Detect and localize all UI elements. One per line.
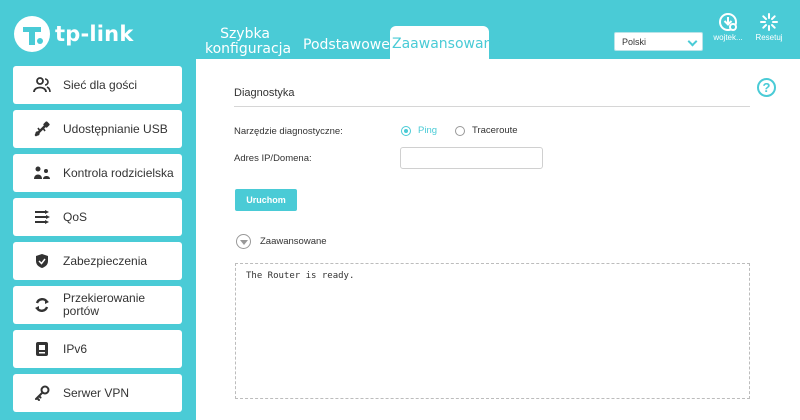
qos-icon bbox=[33, 208, 51, 226]
language-select-value: Polski bbox=[622, 37, 647, 47]
language-select[interactable]: Polski bbox=[614, 32, 703, 51]
diagnostic-tool-label: Narzędzie diagnostyczne: bbox=[234, 126, 343, 137]
expand-chevron-icon bbox=[236, 234, 251, 249]
sidebar-item-security[interactable]: Zabezpieczenia bbox=[13, 242, 182, 280]
sidebar-item-label: Kontrola rodzicielska bbox=[63, 165, 174, 180]
sidebar-item-label: Zabezpieczenia bbox=[63, 253, 148, 268]
tab-quick-setup-line2: konfiguracja bbox=[205, 41, 292, 57]
usb-icon bbox=[33, 120, 51, 138]
ip-domain-label: Adres IP/Domena: bbox=[234, 153, 312, 164]
tp-link-logo: tp-link bbox=[12, 14, 134, 54]
forwarding-icon bbox=[33, 296, 51, 314]
sidebar-item-label-multiline: Przekierowanie portów bbox=[63, 292, 145, 318]
reset-label: Resetuj bbox=[755, 33, 783, 42]
radio-checked-icon bbox=[401, 125, 411, 136]
sidebar-item-label: IPv6 bbox=[63, 341, 88, 356]
traceroute-radio-label: Traceroute bbox=[472, 125, 518, 136]
section-divider bbox=[234, 106, 750, 107]
advanced-toggle[interactable]: Zaawansowane bbox=[236, 234, 327, 249]
sidebar-item-guest-network[interactable]: Sieć dla gości bbox=[13, 66, 182, 104]
sidebar-item-vpn-server[interactable]: Serwer VPN bbox=[13, 374, 182, 412]
tp-link-logo-icon bbox=[14, 16, 50, 52]
family-icon bbox=[33, 164, 51, 182]
tab-quick-setup-line1: Szybka bbox=[220, 26, 270, 42]
user-label: wojtek... bbox=[713, 33, 743, 42]
tab-quick-setup[interactable]: Szybka konfiguracja bbox=[205, 26, 292, 57]
advanced-toggle-label: Zaawansowane bbox=[260, 236, 327, 247]
run-button[interactable]: Uruchom bbox=[235, 189, 297, 211]
user-button[interactable]: wojtek... bbox=[707, 12, 749, 42]
vpn-key-icon bbox=[33, 384, 51, 402]
reset-spinner-icon bbox=[760, 13, 778, 31]
diagnostic-output: The Router is ready. bbox=[235, 263, 750, 399]
shield-icon bbox=[33, 252, 51, 270]
diagnostic-output-text: The Router is ready. bbox=[246, 271, 355, 281]
sidebar-item-label: Udostępnianie USB bbox=[63, 121, 168, 136]
sidebar-item-usb-sharing[interactable]: Udostępnianie USB bbox=[13, 110, 182, 148]
traceroute-radio[interactable]: Traceroute bbox=[455, 125, 518, 136]
sidebar-item-label: Sieć dla gości bbox=[63, 77, 138, 92]
sidebar-item-qos[interactable]: QoS bbox=[13, 198, 182, 236]
sidebar-item-label-line2: portów bbox=[63, 304, 100, 318]
tab-basic[interactable]: Podstawowe bbox=[303, 37, 390, 53]
sidebar-item-label: QoS bbox=[63, 209, 88, 224]
sidebar-item-parental-control[interactable]: Kontrola rodzicielska bbox=[13, 154, 182, 192]
help-icon[interactable]: ? bbox=[757, 78, 776, 97]
sidebar-item-port-forwarding[interactable]: Przekierowanie portów bbox=[13, 286, 182, 324]
section-title: Diagnostyka bbox=[234, 87, 295, 99]
logo-text: tp-link bbox=[55, 22, 134, 46]
user-download-icon bbox=[719, 13, 737, 31]
chevron-down-icon bbox=[687, 36, 698, 47]
sidebar-item-label: Serwer VPN bbox=[63, 385, 130, 400]
reset-button[interactable]: Resetuj bbox=[748, 12, 790, 42]
ping-radio[interactable]: Ping bbox=[401, 125, 437, 136]
ping-radio-label: Ping bbox=[418, 125, 438, 136]
ipv6-icon bbox=[33, 340, 51, 358]
sidebar-item-ipv6[interactable]: IPv6 bbox=[13, 330, 182, 368]
radio-unchecked-icon bbox=[455, 125, 465, 136]
guests-icon bbox=[33, 76, 51, 94]
tab-advanced[interactable]: Zaawansowane bbox=[390, 26, 501, 59]
ip-domain-input[interactable] bbox=[400, 147, 543, 169]
